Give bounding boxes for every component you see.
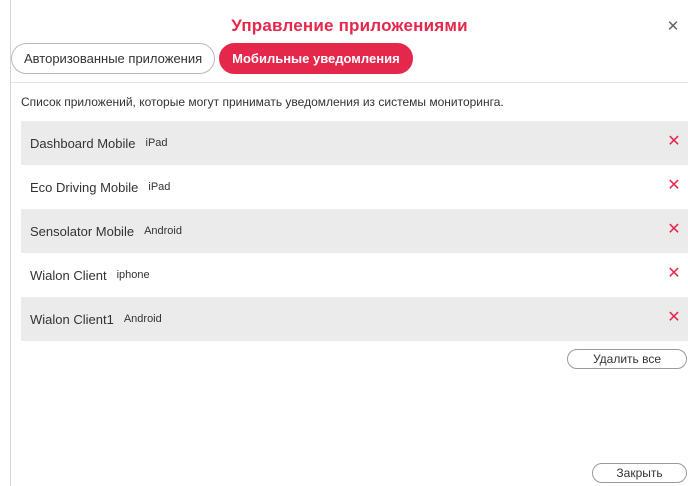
app-name: Wialon Client [30, 267, 107, 283]
list-description: Список приложений, которые могут принима… [21, 95, 504, 109]
app-name: Dashboard Mobile [30, 135, 136, 151]
list-item: Dashboard Mobile iPad ✕ [21, 121, 688, 165]
app-management-dialog: Управление приложениями ✕ Авторизованные… [10, 0, 688, 486]
list-item: Wialon Client1 Android ✕ [21, 297, 688, 341]
tab-mobile-notifications[interactable]: Мобильные уведомления [219, 43, 413, 74]
app-platform: iPad [148, 181, 171, 193]
dialog-title: Управление приложениями [231, 16, 468, 35]
close-button[interactable]: Закрыть [592, 463, 687, 483]
close-icon[interactable]: ✕ [666, 19, 680, 34]
app-name: Eco Driving Mobile [30, 179, 139, 195]
app-platform: iPad [145, 137, 168, 149]
list-item: Eco Driving Mobile iPad ✕ [21, 165, 688, 209]
delete-all-button[interactable]: Удалить все [567, 349, 687, 369]
app-list: Dashboard Mobile iPad ✕ Eco Driving Mobi… [21, 121, 688, 341]
divider [11, 82, 688, 83]
delete-icon[interactable]: ✕ [667, 178, 681, 194]
delete-icon[interactable]: ✕ [667, 222, 681, 238]
delete-icon[interactable]: ✕ [667, 310, 681, 326]
list-item: Wialon Client iphone ✕ [21, 253, 688, 297]
app-name: Sensolator Mobile [30, 223, 135, 239]
app-name: Wialon Client1 [30, 311, 114, 327]
app-platform: Android [144, 225, 182, 237]
app-platform: Android [123, 313, 162, 325]
app-platform: iphone [116, 269, 150, 281]
delete-icon[interactable]: ✕ [667, 134, 681, 150]
tab-authorized-apps[interactable]: Авторизованные приложения [11, 43, 216, 74]
tab-bar: Авторизованные приложения Мобильные увед… [11, 43, 413, 74]
delete-icon[interactable]: ✕ [667, 266, 681, 282]
list-item: Sensolator Mobile Android ✕ [21, 209, 688, 253]
